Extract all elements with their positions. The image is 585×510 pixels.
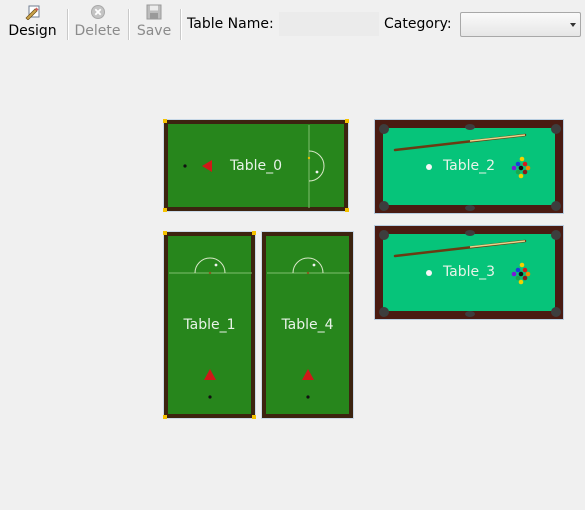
selection-handle[interactable]	[163, 231, 167, 235]
floppy-disk-icon	[146, 4, 162, 20]
category-label: Category:	[384, 16, 452, 32]
snooker-table[interactable]: Table_0	[163, 119, 349, 212]
pool-table[interactable]: Table_2	[374, 119, 564, 214]
selection-handle[interactable]	[163, 415, 167, 419]
save-button-label: Save	[136, 23, 172, 39]
pool-markings	[379, 124, 561, 211]
design-edit-icon	[25, 5, 39, 20]
toolbar: Design Delete Save Table Name: Category:	[0, 0, 585, 44]
selection-handle[interactable]	[345, 119, 349, 123]
table-name-input[interactable]	[279, 12, 379, 36]
toolbar-separator	[180, 9, 182, 40]
delete-button[interactable]: Delete	[70, 4, 125, 42]
snooker-markings	[267, 257, 350, 399]
pool-table[interactable]: Table_3	[374, 225, 564, 320]
category-dropdown[interactable]	[460, 12, 581, 37]
toolbar-separator	[128, 9, 130, 40]
design-button[interactable]: Design	[4, 4, 61, 42]
snooker-markings	[183, 125, 325, 208]
selection-handle[interactable]	[252, 231, 256, 235]
design-canvas[interactable]: Table_0 Table_1 Table_4 Table_2 Table_3	[0, 44, 585, 510]
selection-handle[interactable]	[163, 119, 167, 123]
save-button[interactable]: Save	[132, 4, 176, 42]
delete-button-label: Delete	[74, 23, 121, 39]
design-button-label: Design	[8, 23, 57, 39]
chevron-down-icon	[570, 23, 576, 27]
snooker-markings	[169, 257, 252, 399]
snooker-table[interactable]: Table_1	[163, 231, 256, 419]
toolbar-separator	[67, 9, 69, 40]
selection-handle[interactable]	[163, 208, 167, 212]
selection-handle[interactable]	[345, 208, 349, 212]
snooker-table[interactable]: Table_4	[261, 231, 354, 419]
delete-circle-x-icon	[90, 5, 105, 19]
selection-handle[interactable]	[252, 415, 256, 419]
table-name-label: Table Name:	[187, 16, 274, 32]
pool-markings	[379, 230, 561, 317]
